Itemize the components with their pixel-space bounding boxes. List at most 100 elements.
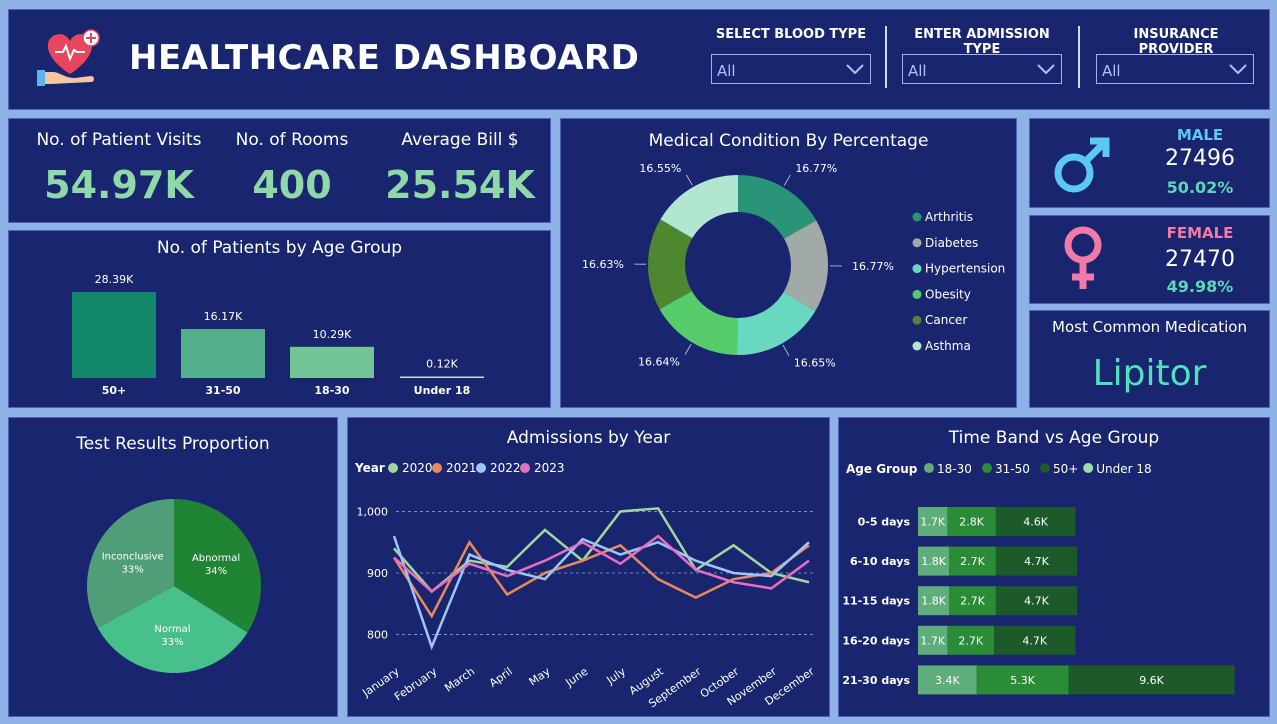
condition-slice-label: 16.77% — [795, 162, 837, 175]
condition-leader-line — [684, 343, 692, 355]
y-tick-label: 900 — [367, 567, 388, 580]
test-result-label: Abnormal — [192, 553, 240, 564]
female-panel: FEMALE 27470 49.98% — [1029, 215, 1270, 304]
legend-marker — [388, 463, 398, 473]
condition-title: Medical Condition By Percentage — [648, 131, 929, 151]
age-category-label: Under 18 — [414, 384, 471, 397]
test-result-percent: 33% — [161, 637, 183, 648]
condition-slice-label: 16.55% — [639, 162, 681, 175]
test-results-pie-chart: Abnormal 34% Normal 33% Inconclusive 33% — [87, 499, 261, 673]
legend-marker — [924, 463, 934, 473]
female-percent: 49.98% — [1166, 277, 1234, 296]
legend-marker — [912, 212, 922, 222]
age-category-label: 18-30 — [314, 384, 350, 397]
legend-label[interactable]: Under 18 — [1096, 462, 1151, 476]
legend-label[interactable]: 2023 — [534, 461, 565, 475]
legend-label[interactable]: Diabetes — [925, 236, 978, 250]
segment-value-label: 2.7K — [960, 555, 985, 568]
kpi-label-rooms: No. of Rooms — [235, 130, 349, 150]
series-line[interactable] — [393, 507, 810, 594]
medication-value: Lipitor — [1092, 353, 1207, 394]
legend-marker — [476, 463, 486, 473]
legend-label[interactable]: 2022 — [490, 461, 521, 475]
admission-type-dropdown[interactable]: All — [902, 54, 1062, 84]
segment-value-label: 1.7K — [920, 516, 945, 529]
series-line[interactable] — [393, 534, 810, 594]
condition-slice-label: 16.64% — [638, 355, 680, 368]
medication-title: Most Common Medication — [1052, 318, 1247, 336]
segment-value-label: 1.7K — [920, 634, 945, 647]
segment-value-label: 4.7K — [1024, 555, 1049, 568]
legend-marker — [912, 341, 922, 351]
age-bar-label: 16.17K — [204, 310, 243, 323]
legend-marker — [912, 289, 922, 299]
time-band-stacked-bar-chart: Age Group 18-30 31-50 50+ Under 18 0-5 days 1.… — [842, 462, 1235, 695]
female-symbol-icon — [1064, 226, 1102, 289]
age-bar[interactable] — [400, 376, 484, 379]
kpi-value-bill: 25.54K — [385, 163, 535, 207]
condition-leader-line — [685, 174, 693, 186]
condition-leader-line — [782, 345, 790, 356]
legend-marker — [982, 463, 992, 473]
x-tick-label: July — [604, 665, 629, 688]
kpi-panel: No. of Patient Visits 54.97K No. of Room… — [8, 118, 551, 223]
blood-type-value: All — [717, 62, 736, 80]
filter-label-admission-type: ENTER ADMISSION TYPE — [914, 27, 1050, 57]
segment-value-label: 2.7K — [960, 595, 985, 608]
blood-type-dropdown[interactable]: All — [711, 54, 871, 84]
male-panel: MALE 27496 50.02% — [1029, 118, 1270, 208]
segment-value-label: 4.6K — [1023, 516, 1048, 529]
kpi-value-visits: 54.97K — [44, 163, 194, 207]
legend-label[interactable]: Asthma — [925, 339, 971, 353]
x-tick-label: June — [562, 665, 590, 690]
legend-label[interactable]: 50+ — [1053, 462, 1078, 476]
legend-marker — [520, 463, 530, 473]
filter-label-insurance: INSURANCE PROVIDER — [1133, 27, 1219, 57]
condition-donut-chart: 16.77% 16.77% 16.65% 16.64% 16.63% 16.55% Arth… — [582, 162, 1005, 370]
legend-label[interactable]: 18-30 — [937, 462, 972, 476]
segment-value-label: 1.8K — [921, 595, 946, 608]
legend-label[interactable]: 31-50 — [995, 462, 1030, 476]
admission-type-value: All — [908, 62, 927, 80]
condition-panel: Medical Condition By Percentage 16.77% 16… — [560, 118, 1017, 408]
legend-marker — [1083, 463, 1094, 473]
condition-slice-label: 16.65% — [794, 357, 836, 370]
legend-label[interactable]: 2020 — [402, 461, 433, 475]
legend-label[interactable]: 2021 — [446, 461, 477, 475]
age-bar[interactable] — [290, 346, 374, 378]
male-percent: 50.02% — [1166, 178, 1234, 197]
legend-label[interactable]: Obesity — [925, 287, 971, 301]
condition-slice-label: 16.63% — [582, 258, 624, 271]
kpi-value-rooms: 400 — [252, 163, 332, 207]
time-band-title: Time Band vs Age Group — [948, 428, 1160, 448]
legend-label[interactable]: Cancer — [925, 313, 967, 327]
test-result-label: Normal — [154, 624, 190, 635]
legend-label[interactable]: Arthritis — [925, 210, 973, 224]
x-tick-label: February — [392, 665, 440, 704]
legend-marker — [432, 463, 442, 473]
test-results-panel: Test Results Proportion Abnormal 34% Norma… — [8, 417, 338, 717]
male-count: 27496 — [1165, 146, 1235, 171]
medication-panel: Most Common Medication Lipitor — [1029, 310, 1270, 408]
legend-marker — [1040, 463, 1050, 473]
chevron-down-icon — [846, 64, 864, 75]
insurance-provider-dropdown[interactable]: All — [1096, 54, 1254, 84]
female-label: FEMALE — [1166, 224, 1234, 242]
filter-divider — [1078, 26, 1080, 88]
age-bar[interactable] — [72, 292, 156, 378]
header-panel: HEALTHCARE DASHBOARD SELECT BLOOD TYPE A… — [8, 9, 1270, 110]
age-bar[interactable] — [181, 329, 265, 378]
time-band-label: 6-10 days — [850, 555, 910, 568]
kpi-label-bill: Average Bill $ — [401, 130, 519, 150]
insurance-provider-value: All — [1102, 62, 1121, 80]
time-band-label: 16-20 days — [842, 634, 910, 647]
filter-divider — [885, 26, 887, 88]
page-title: HEALTHCARE DASHBOARD — [129, 38, 640, 78]
legend-title: Year — [354, 461, 385, 475]
legend-label[interactable]: Hypertension — [925, 262, 1005, 276]
test-result-percent: 34% — [205, 566, 227, 577]
x-tick-label: March — [442, 665, 477, 695]
time-band-label: 11-15 days — [842, 595, 910, 608]
segment-value-label: 1.8K — [921, 555, 946, 568]
time-band-panel: Time Band vs Age Group Age Group 18-30 31-… — [838, 417, 1270, 717]
